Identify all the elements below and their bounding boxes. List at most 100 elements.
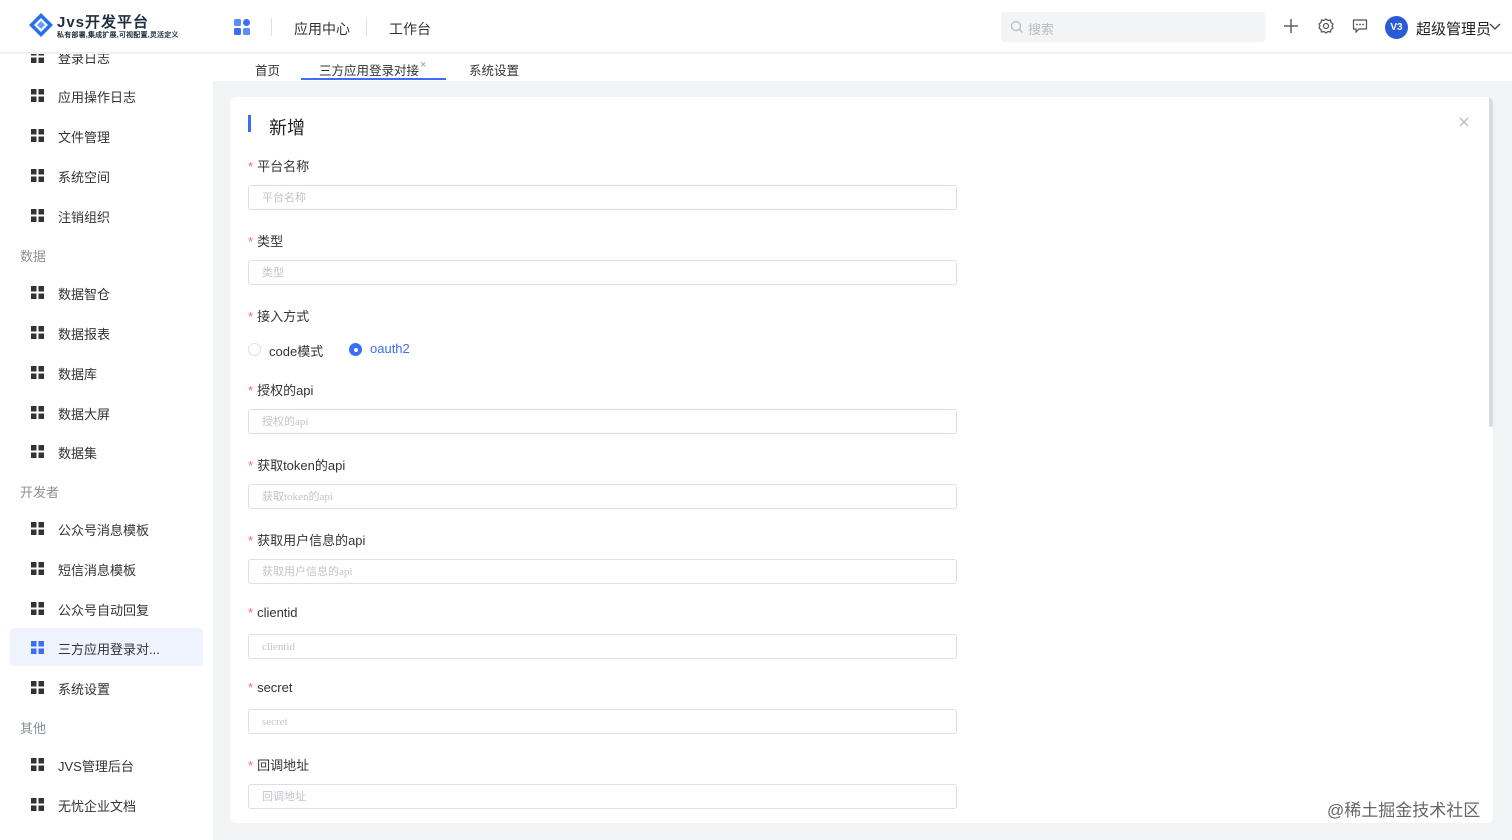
sidebar-item-label: 文件管理 [58,130,111,145]
logo-title: Jvs开发平台 [57,14,150,31]
sidebar-item-mp-message-template[interactable]: 公众号消息模板 [10,509,203,547]
grid-icon [31,326,44,339]
callback-url-label: * 回调地址 [248,758,310,773]
top-header: Jvs开发平台 私有部署,集成扩展,可视配置,灵活定义 应用中心 工作台 搜索 … [0,0,1512,53]
platform-name-input[interactable] [248,185,957,210]
grid-icon [31,798,44,811]
dialog-title: 新增 [269,118,305,138]
sidebar: 登录日志 应用操作日志 文件管理 系统空间 注销组织 数据 数据智仓 数据报表 … [0,54,213,840]
access-mode-label: * 接入方式 [248,309,310,324]
close-icon[interactable] [1457,115,1471,129]
tab-home[interactable]: 首页 [255,60,280,79]
sidebar-group-developer: 开发者 [20,485,60,500]
logo-icon [29,13,53,37]
logo-subtitle: 私有部署,集成扩展,可视配置,灵活定义 [57,32,179,39]
plus-icon[interactable] [1282,17,1300,35]
sidebar-item-system-space[interactable]: 系统空间 [10,156,203,194]
secret-input[interactable] [248,709,957,734]
platform-name-label: * 平台名称 [248,159,310,174]
sidebar-item-mp-auto-reply[interactable]: 公众号自动回复 [10,589,203,627]
sidebar-item-file-management[interactable]: 文件管理 [10,116,203,154]
sidebar-item-label: 数据库 [58,367,98,382]
authorize-api-input[interactable] [248,409,957,434]
grid-icon [31,129,44,142]
authorize-api-label: * 授权的api [248,383,314,398]
sidebar-item-label: 公众号消息模板 [58,523,150,538]
sidebar-item-label: 数据报表 [58,327,111,342]
gear-icon[interactable] [1317,17,1335,35]
clientid-label: * clientid [248,605,298,620]
grid-icon [31,209,44,222]
sidebar-item-label: 注销组织 [58,210,111,225]
sidebar-item-label: 数据大屏 [58,407,111,422]
sidebar-item-label: 系统空间 [58,170,111,185]
type-input[interactable] [248,260,957,285]
sidebar-group-data: 数据 [20,249,47,264]
apps-grid-icon[interactable] [234,19,250,35]
secret-label: * secret [248,680,293,695]
sidebar-item-data-report[interactable]: 数据报表 [10,313,203,351]
sidebar-item-label: 登录日志 [58,54,111,66]
sidebar-item-database[interactable]: 数据库 [10,353,203,391]
sidebar-item-label: 短信消息模板 [58,563,137,578]
user-info-api-label: * 获取用户信息的api [248,533,366,548]
sidebar-item-data-warehouse[interactable]: 数据智仓 [10,273,203,311]
sidebar-item-label: 应用操作日志 [58,90,137,105]
header-divider [271,18,272,36]
sidebar-item-login-log[interactable]: 登录日志 [10,54,203,75]
tab-third-party-login[interactable]: 三方应用登录对接 [319,60,419,79]
add-dialog: 新增 *平台名称 *类型 *接入方式 code模式 oauth2 *授权的api… [230,97,1493,823]
radio-label: oauth2 [370,341,410,356]
user-name[interactable]: 超级管理员 [1416,18,1491,39]
sidebar-item-enterprise-docs[interactable]: 无忧企业文档 [10,785,203,823]
search-icon [1010,20,1023,33]
chevron-down-icon[interactable] [1489,22,1501,32]
grid-icon [31,54,44,63]
sidebar-item-label: JVS管理后台 [58,759,134,774]
message-icon[interactable] [1351,17,1369,35]
sidebar-item-app-operation-log[interactable]: 应用操作日志 [10,76,203,114]
grid-icon [31,641,44,654]
sidebar-item-system-settings[interactable]: 系统设置 [10,668,203,706]
radio-circle-checked [349,343,362,356]
sidebar-item-dataset[interactable]: 数据集 [10,432,203,470]
sidebar-item-sms-template[interactable]: 短信消息模板 [10,549,203,587]
sidebar-item-label: 系统设置 [58,682,111,697]
clientid-input[interactable] [248,634,957,659]
grid-icon [31,758,44,771]
grid-icon [31,366,44,379]
grid-icon [31,562,44,575]
token-api-input[interactable] [248,484,957,509]
sidebar-item-cancel-org[interactable]: 注销组织 [10,196,203,234]
tab-bar: 首页 三方应用登录对接 × 系统设置 [213,54,1512,81]
sidebar-item-label: 无忧企业文档 [58,799,137,814]
site-watermark: @稀土掘金技术社区 [1327,801,1481,820]
sidebar-item-data-screen[interactable]: 数据大屏 [10,393,203,431]
radio-circle [248,343,261,356]
sidebar-item-label: 数据集 [58,446,98,461]
grid-icon [31,89,44,102]
tab-system-settings[interactable]: 系统设置 [469,60,519,79]
type-label: * 类型 [248,234,284,249]
tab-close-icon[interactable]: × [420,59,426,71]
radio-label: code模式 [269,344,324,359]
nav-app-center[interactable]: 应用中心 [294,19,350,39]
callback-url-input[interactable] [248,784,957,809]
sidebar-item-label: 三方应用登录对... [58,642,160,657]
sidebar-item-jvs-admin[interactable]: JVS管理后台 [10,745,203,783]
avatar[interactable]: V3 [1385,16,1408,39]
grid-icon [31,406,44,419]
grid-icon [31,445,44,458]
grid-icon [31,169,44,182]
title-accent-bar [248,115,251,132]
user-info-api-input[interactable] [248,559,957,584]
search-box[interactable]: 搜索 [1001,12,1265,42]
sidebar-item-label: 数据智仓 [58,287,111,302]
sidebar-group-other: 其他 [20,721,47,736]
nav-workbench[interactable]: 工作台 [389,19,431,39]
dialog-scrollbar[interactable] [1489,97,1493,427]
grid-icon [31,286,44,299]
search-placeholder: 搜索 [1028,22,1055,37]
grid-icon [31,522,44,535]
sidebar-item-third-party-login[interactable]: 三方应用登录对... [10,628,203,666]
